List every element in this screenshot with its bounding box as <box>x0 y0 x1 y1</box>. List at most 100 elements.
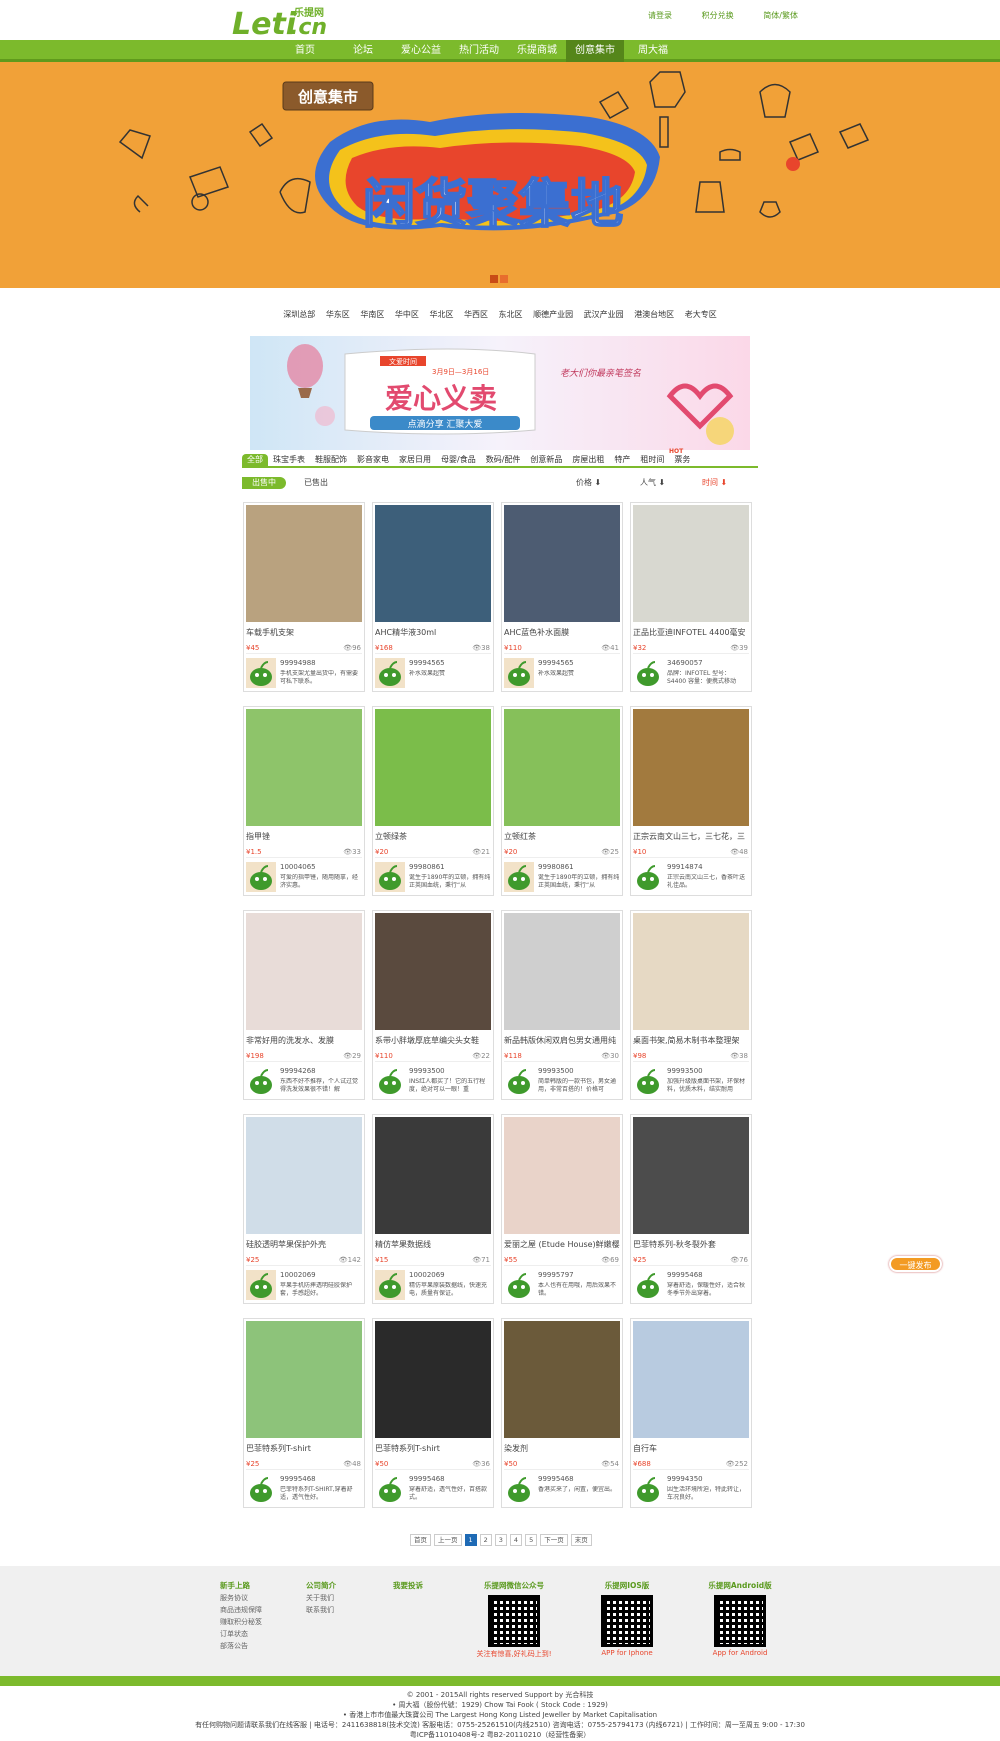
product-image[interactable] <box>504 505 620 622</box>
footer-link[interactable]: 商品违规保障 <box>220 1604 262 1616</box>
seller-avatar[interactable] <box>504 862 534 892</box>
banner-dot-2[interactable] <box>500 275 508 283</box>
sort-price[interactable]: 价格 ⬇ <box>576 477 601 489</box>
product-image[interactable] <box>633 505 749 622</box>
footer-link[interactable]: 赚取积分秘笈 <box>220 1616 262 1628</box>
seller-avatar[interactable] <box>246 1270 276 1300</box>
nav-events[interactable]: 热门活动 <box>450 40 508 62</box>
seller-id[interactable]: 10004065 <box>280 863 316 871</box>
footer-link[interactable]: 关于我们 <box>306 1592 336 1604</box>
product-card[interactable]: 巴菲特系列-秋冬裂外套 ¥25 👁76 99995468 穿着舒适，保暖性好，适… <box>630 1114 752 1304</box>
seller-avatar[interactable] <box>504 658 534 688</box>
category-tab[interactable]: 创意新品 <box>525 454 567 466</box>
product-title[interactable]: 非常好用的洗发水、发膜 <box>246 1035 362 1046</box>
category-tab[interactable]: 家居日用 <box>394 454 436 466</box>
product-image[interactable] <box>633 913 749 1030</box>
product-card[interactable]: 正品比亚迪INFOTEL 4400毫安 ¥32 👁39 34690057 品牌：… <box>630 502 752 692</box>
product-image[interactable] <box>633 1117 749 1234</box>
product-card[interactable]: 立顿红茶 ¥20 👁25 99980861 诞生于1890年的立顿，拥有纯正英国… <box>501 706 623 896</box>
quick-publish-button[interactable]: 一键发布 <box>889 1256 942 1272</box>
seller-avatar[interactable] <box>633 1270 663 1300</box>
sort-time[interactable]: 时间 ⬇ <box>702 477 727 489</box>
product-title[interactable]: 自行车 <box>633 1443 749 1454</box>
seller-avatar[interactable] <box>504 1066 534 1096</box>
product-card[interactable]: 巴菲特系列T-shirt ¥50 👁36 99995468 穿着舒适，透气性好，… <box>372 1318 494 1508</box>
category-tab[interactable]: 珠宝手表 <box>268 454 310 466</box>
seller-avatar[interactable] <box>246 862 276 892</box>
product-title[interactable]: 巴菲特系列T-shirt <box>246 1443 362 1454</box>
region-item[interactable]: 华西区 <box>464 310 488 319</box>
product-title[interactable]: 正品比亚迪INFOTEL 4400毫安 <box>633 627 749 638</box>
region-item[interactable]: 老大专区 <box>685 310 717 319</box>
product-image[interactable] <box>633 709 749 826</box>
pager-page-2[interactable]: 2 <box>479 1534 492 1546</box>
product-title[interactable]: 正宗云南文山三七，三七花，三 <box>633 831 749 842</box>
nav-forum[interactable]: 论坛 <box>334 40 392 62</box>
product-card[interactable]: 车载手机支架 ¥45 👁96 99994988 手机支架尤量出货中，有需要可私下… <box>243 502 365 692</box>
tab-sold[interactable]: 已售出 <box>304 477 328 489</box>
product-card[interactable]: 巴菲特系列T-shirt ¥25 👁48 99995468 巴菲特系列T-SHI… <box>243 1318 365 1508</box>
seller-id[interactable]: 99993500 <box>667 1067 703 1075</box>
product-image[interactable] <box>633 1321 749 1438</box>
region-item[interactable]: 港澳台地区 <box>634 310 674 319</box>
product-title[interactable]: 染发剂 <box>504 1443 620 1454</box>
seller-id[interactable]: 99993500 <box>538 1067 574 1075</box>
pager-page-1[interactable]: 1 <box>464 1534 477 1546</box>
nav-charity[interactable]: 爱心公益 <box>392 40 450 62</box>
product-image[interactable] <box>246 505 362 622</box>
seller-avatar[interactable] <box>375 1474 405 1504</box>
nav-creative-market[interactable]: 创意集市 <box>566 40 624 62</box>
site-logo[interactable]: Leti .cn 乐提网 <box>232 4 352 42</box>
product-image[interactable] <box>375 1321 491 1438</box>
footer-link[interactable]: 部落公告 <box>220 1640 262 1652</box>
seller-id[interactable]: 99914874 <box>667 863 703 871</box>
seller-id[interactable]: 99994565 <box>409 659 445 667</box>
hero-banner[interactable]: 创意集市 闲货聚集地 <box>0 62 1000 288</box>
pager-page-4[interactable]: 4 <box>509 1534 523 1546</box>
product-card[interactable]: 硅胶透明苹果保护外壳 ¥25 👁142 10002069 苹果手机防摔透明硅胶保… <box>243 1114 365 1304</box>
seller-id[interactable]: 10002069 <box>280 1271 316 1279</box>
product-card[interactable]: AHC蓝色补水面膜 ¥110 👁41 99994565 补水效果超赞 <box>501 502 623 692</box>
seller-avatar[interactable] <box>375 862 405 892</box>
product-image[interactable] <box>375 709 491 826</box>
footer-link[interactable]: 服务协议 <box>220 1592 262 1604</box>
pager-page-3[interactable]: 3 <box>494 1534 507 1546</box>
seller-avatar[interactable] <box>375 1066 405 1096</box>
region-item[interactable]: 武汉产业园 <box>584 310 624 319</box>
region-item[interactable]: 华北区 <box>429 310 453 319</box>
category-tab[interactable]: 租时间 <box>635 454 669 466</box>
category-tab[interactable]: 票务 <box>669 454 695 466</box>
seller-id[interactable]: 99994350 <box>667 1475 703 1483</box>
seller-id[interactable]: 99994565 <box>538 659 574 667</box>
product-card[interactable]: 爱丽之屋 (Etude House)鲜嫩樱 ¥55 👁69 99995797 本… <box>501 1114 623 1304</box>
product-title[interactable]: 立顿绿茶 <box>375 831 491 842</box>
pager-page-5[interactable]: 5 <box>525 1534 538 1546</box>
product-title[interactable]: AHC精华液30ml <box>375 627 491 638</box>
category-tab[interactable]: 母婴/食品 <box>436 454 481 466</box>
product-title[interactable]: 车载手机支架 <box>246 627 362 638</box>
pager-next[interactable]: 下一页 <box>540 1534 568 1546</box>
region-item[interactable]: 华中区 <box>395 310 419 319</box>
product-card[interactable]: 染发剂 ¥50 👁54 99995468 香港买来了，闲置，便宜出。 <box>501 1318 623 1508</box>
nav-home[interactable]: 首页 <box>276 40 334 62</box>
product-image[interactable] <box>375 505 491 622</box>
product-title[interactable]: 指甲锉 <box>246 831 362 842</box>
sort-popularity[interactable]: 人气 ⬇ <box>640 477 665 489</box>
product-image[interactable] <box>246 1117 362 1234</box>
seller-avatar[interactable] <box>375 1270 405 1300</box>
product-title[interactable]: 新品韩版休闲双肩包男女通用纯 <box>504 1035 620 1046</box>
seller-avatar[interactable] <box>633 1474 663 1504</box>
product-title[interactable]: 系带小胖墩厚底草编尖头女鞋 <box>375 1035 491 1046</box>
seller-avatar[interactable] <box>246 1066 276 1096</box>
product-card[interactable]: 非常好用的洗发水、发膜 ¥198 👁29 99994268 东西不好不推荐，个人… <box>243 910 365 1100</box>
product-image[interactable] <box>246 1321 362 1438</box>
product-image[interactable] <box>504 1117 620 1234</box>
nav-chow-tai-fook[interactable]: 周大福 <box>624 40 682 62</box>
seller-id[interactable]: 99994988 <box>280 659 316 667</box>
seller-avatar[interactable] <box>246 658 276 688</box>
seller-avatar[interactable] <box>504 1270 534 1300</box>
tab-on-sale[interactable]: 出售中 <box>242 477 286 489</box>
seller-avatar[interactable] <box>246 1474 276 1504</box>
product-card[interactable]: 指甲锉 ¥1.5 👁33 10004065 可爱的指甲锉，随用随拿，经济实惠。 <box>243 706 365 896</box>
seller-avatar[interactable] <box>633 1066 663 1096</box>
